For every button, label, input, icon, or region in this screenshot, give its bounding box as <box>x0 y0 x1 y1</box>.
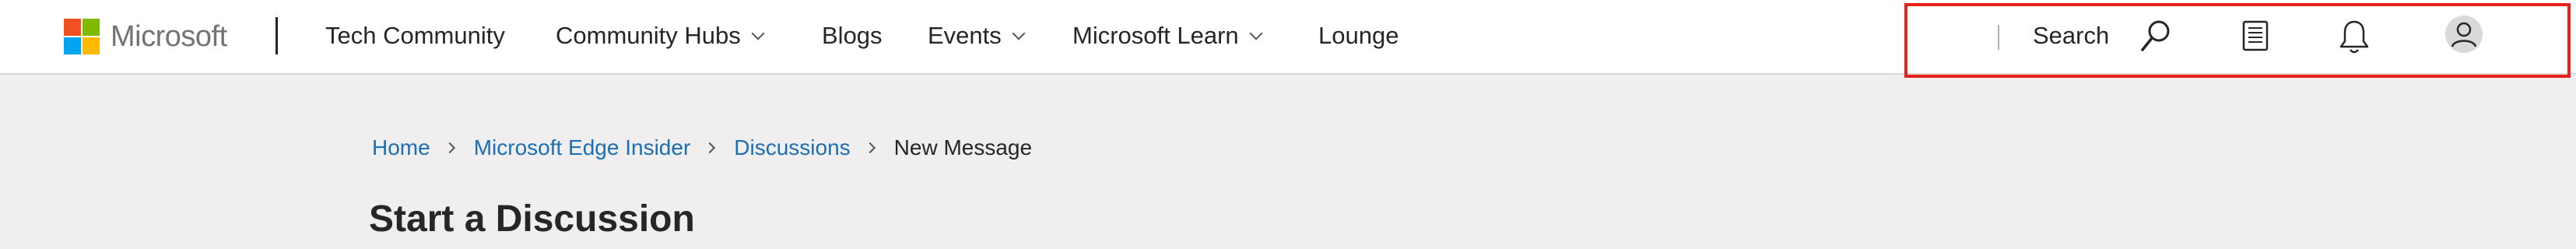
nav-label: Community Hubs <box>556 22 741 49</box>
nav-label: Lounge <box>1318 22 1399 49</box>
notes-icon[interactable] <box>2241 19 2269 53</box>
chevron-right-icon <box>704 142 716 154</box>
nav-microsoft-learn[interactable]: Microsoft Learn <box>1072 20 1263 51</box>
nav-label: Microsoft Learn <box>1072 22 1239 49</box>
chevron-down-icon <box>1012 26 1026 40</box>
microsoft-logo-icon <box>64 19 100 54</box>
chevron-right-icon <box>444 142 455 154</box>
user-avatar-icon[interactable] <box>2444 14 2484 54</box>
bell-icon[interactable] <box>2338 17 2371 56</box>
brand-name: Microsoft <box>111 19 227 53</box>
nav-community-hubs[interactable]: Community Hubs <box>556 20 765 51</box>
search-icon[interactable] <box>2139 17 2173 54</box>
chevron-right-icon <box>864 142 876 154</box>
chevron-down-icon <box>751 26 765 40</box>
header-divider <box>275 17 278 54</box>
search-label[interactable]: Search <box>2033 20 2109 51</box>
chevron-down-icon <box>1249 26 1263 40</box>
nav-events[interactable]: Events <box>928 20 1026 51</box>
breadcrumb-edge-insider[interactable]: Microsoft Edge Insider <box>474 135 691 160</box>
microsoft-logo[interactable]: Microsoft <box>64 19 227 54</box>
nav-label: Blogs <box>822 22 883 49</box>
search-separator <box>1998 25 1999 50</box>
breadcrumb-home[interactable]: Home <box>372 135 430 160</box>
nav-lounge[interactable]: Lounge <box>1318 20 1399 51</box>
breadcrumb: Home Microsoft Edge Insider Discussions … <box>372 135 1032 160</box>
page-title: Start a Discussion <box>369 198 695 240</box>
nav-label: Events <box>928 22 1002 49</box>
breadcrumb-current: New Message <box>893 135 1033 160</box>
top-navigation-bar: Microsoft Tech Community Community Hubs … <box>0 0 2576 78</box>
nav-blogs[interactable]: Blogs <box>822 20 883 51</box>
breadcrumb-discussions[interactable]: Discussions <box>734 135 850 160</box>
site-name-link[interactable]: Tech Community <box>325 20 505 51</box>
